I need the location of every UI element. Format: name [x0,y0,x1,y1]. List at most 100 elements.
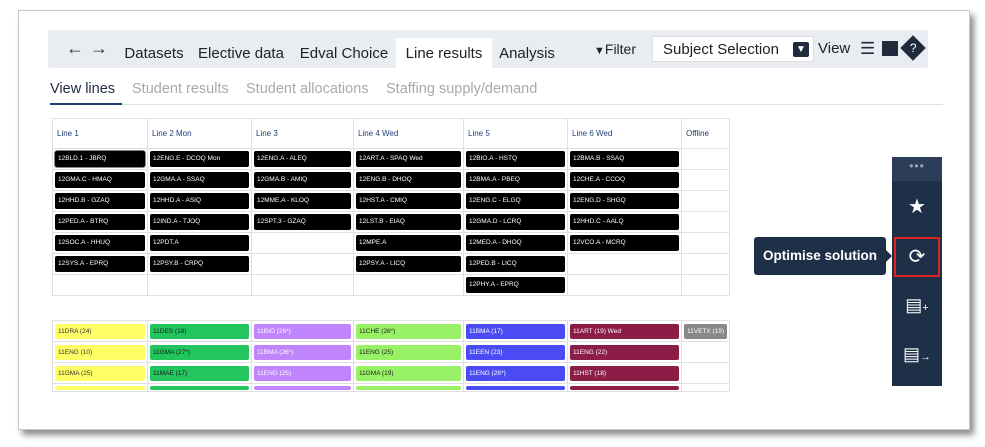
subtab-student-allocations[interactable]: Student allocations [246,81,369,97]
filter-button[interactable]: ▼Filter [594,36,636,62]
class-chip[interactable]: 12GMA.D - LCRQ [466,214,565,230]
class-chip[interactable]: 12PDT.A [150,235,249,251]
more-dots-icon[interactable]: ••• [892,157,942,181]
column-header[interactable]: Line 1 [52,118,148,149]
class-chip[interactable]: 12HHD.A - ASIQ [150,193,249,209]
subject-chip[interactable]: 11VETX (19) [684,323,727,339]
subject-chip[interactable]: 11BIO (26*) [254,323,351,339]
class-chip[interactable]: 12PED.A - BTRQ [55,214,145,230]
tab-line-results[interactable]: Line results [396,38,492,68]
class-chip[interactable]: 12GMA.C - HMAQ [55,172,145,188]
view-button[interactable]: View [818,40,850,57]
subtab-view-lines[interactable]: View lines [50,81,115,97]
class-chip[interactable]: 12ENG.D - SHGQ [570,193,679,209]
subject-chip[interactable]: 11CHE (26*) [356,323,461,339]
class-chip[interactable]: 12HHD.C - AALQ [570,214,679,230]
table-cell: 12MED.A - DHOQ [463,232,568,254]
class-chip[interactable]: 12PHY.A - EPRQ [466,277,565,293]
column-header[interactable]: Line 4 Wed [353,118,464,149]
subject-chip[interactable] [356,385,461,390]
subject-chip[interactable]: 11HST (18) [570,365,679,381]
class-chip[interactable]: 12MME.A - KLOQ [254,193,351,209]
column-header[interactable]: Offline [681,118,730,149]
class-chip[interactable]: 12BIO.A - HSTQ [466,151,565,167]
subject-chip[interactable]: 11BMA (26*) [254,344,351,360]
subject-chip[interactable]: 11EEN (23) [466,344,565,360]
table-row: 12BLD.1 - JBRQ 12ENG.E - DCOQ Mon 12ENG.… [52,148,730,170]
class-chip[interactable]: 12ENG.B - DHOQ [356,172,461,188]
class-chip[interactable]: 12CHE.A - CCOQ [570,172,679,188]
class-chip[interactable]: 12ENG.A - ALEQ [254,151,351,167]
tab-datasets[interactable]: Datasets [116,40,192,68]
column-header[interactable]: Line 6 Wed [567,118,682,149]
view-controls: View ☰ ? [814,35,929,62]
class-chip[interactable]: 12SYS.A - EPRQ [55,256,145,272]
forward-arrow-icon[interactable]: → [90,38,114,58]
class-chip[interactable]: 12IND.A - TJOQ [150,214,249,230]
tab-analysis[interactable]: Analysis [493,40,561,68]
star-alert-icon[interactable]: ★ [892,187,942,227]
table-cell: 11ENG (26*) [463,362,568,384]
class-chip[interactable]: 12PSY.B - CRPQ [150,256,249,272]
subject-chip[interactable]: 11ENG (10) [55,344,145,360]
column-header[interactable]: Line 2 Mon [147,118,252,149]
class-chip[interactable]: 12HST.A - CMIQ [356,193,461,209]
list-view-icon[interactable]: ☰ [860,36,875,62]
table-cell [681,232,730,254]
class-chip[interactable]: 12SPT.3 - GZAQ [254,214,351,230]
subject-chip[interactable]: 11GMA (25) [55,365,145,381]
tab-edval-choice[interactable]: Edval Choice [290,40,398,68]
subject-chip[interactable] [570,385,679,390]
subject-selection-dropdown[interactable]: Subject Selection ▼ [652,36,814,62]
subject-chip[interactable] [466,385,565,390]
back-arrow-icon[interactable]: ← [66,38,90,58]
class-chip[interactable]: 12VCO.A - MCRQ [570,235,679,251]
tab-elective-data[interactable]: Elective data [193,40,289,68]
subject-chip[interactable] [55,385,145,390]
column-header[interactable]: Line 5 [463,118,568,149]
subject-chip[interactable]: 11MAE (17) [150,365,249,381]
subject-chip[interactable]: 11DRA (24) [55,323,145,339]
class-chip[interactable]: 12ENG.E - DCOQ Mon [150,151,249,167]
table-cell [251,232,354,254]
class-chip[interactable]: 12GMA.A - SSAQ [150,172,249,188]
table-cell: 11DES (18) [147,320,252,342]
class-chip[interactable]: 12HHD.B - GZAQ [55,193,145,209]
subject-chip[interactable]: 11GMA (19) [356,365,461,381]
subject-chip[interactable]: 11ART (19) Wed [570,323,679,339]
table-cell: 11ENG (25) [251,362,354,384]
subject-chip[interactable]: 11BMA (17) [466,323,565,339]
class-chip[interactable]: 12MED.A - DHOQ [466,235,565,251]
subject-chip[interactable] [254,385,351,390]
table-cell: 12GMA.D - LCRQ [463,211,568,233]
class-chip[interactable]: 12SOC.A - HHUQ [55,235,145,251]
class-chip[interactable]: 12ENG.C - ELGQ [466,193,565,209]
class-chip[interactable]: 12LST.B - EIAQ [356,214,461,230]
add-document-icon[interactable]: ▤+ [892,285,942,325]
subject-chip[interactable] [150,385,249,390]
help-icon[interactable]: ? [900,35,926,61]
subject-chip[interactable]: 11DES (18) [150,323,249,339]
tab-label: Elective data [198,45,284,62]
table-cell: 12HHD.C - AALQ [567,211,682,233]
subject-chip[interactable]: 11GMA (27*) [150,344,249,360]
class-chip[interactable]: 12GMA.B - AMIQ [254,172,351,188]
class-chip[interactable]: 12BMA.B - SSAQ [570,151,679,167]
subject-chip[interactable]: 11ENG (25) [356,344,461,360]
subtab-student-results[interactable]: Student results [132,81,229,97]
column-header[interactable]: Line 3 [251,118,354,149]
optimise-icon[interactable]: ⟳ [894,237,940,277]
class-chip[interactable]: 12MPE.A [356,235,461,251]
subject-chip[interactable]: 11ENG (26*) [466,365,565,381]
class-chip[interactable]: 12PSY.A - LICQ [356,256,461,272]
class-chip[interactable]: 12BLD.1 - JBRQ [54,150,146,168]
table-view-icon[interactable] [882,41,898,56]
class-chip[interactable]: 12ART.A - SPAQ Wed [356,151,461,167]
class-chip[interactable]: 12PED.B - LICQ [466,256,565,272]
class-chip[interactable]: 12BMA.A - PBEQ [466,172,565,188]
table-cell: 12ENG.A - ALEQ [251,148,354,170]
subject-chip[interactable]: 11ENG (25) [254,365,351,381]
subject-chip[interactable]: 11ENG (22) [570,344,679,360]
subtab-staffing-supply-demand[interactable]: Staffing supply/demand [386,81,537,97]
export-document-icon[interactable]: ▤→ [892,334,942,374]
